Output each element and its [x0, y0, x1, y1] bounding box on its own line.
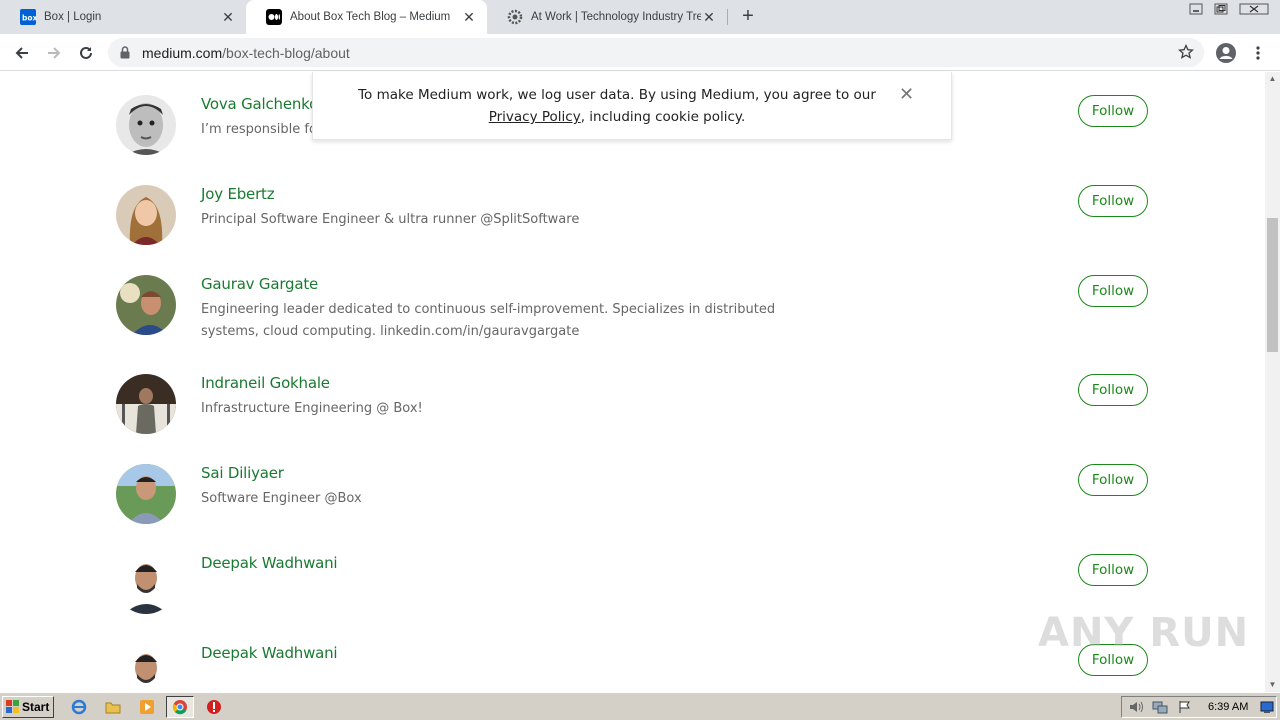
follow-button[interactable]: Follow	[1078, 185, 1148, 217]
start-label: Start	[22, 700, 50, 714]
member-name[interactable]: Gaurav Gargate	[201, 275, 318, 293]
member-row: Deepak Wadhwani Follow	[116, 554, 1156, 634]
member-name[interactable]: Deepak Wadhwani	[201, 554, 338, 572]
clock: 6:39 AM	[1208, 701, 1249, 713]
address-bar[interactable]: medium.com/box-tech-blog/about	[108, 38, 1204, 67]
close-icon[interactable]: ✕	[701, 9, 717, 26]
network-icon[interactable]	[1152, 700, 1168, 719]
watermark-logo: ANY RUN	[1038, 610, 1250, 656]
member-bio: Infrastructure Engineering @ Box!	[201, 401, 423, 416]
tab-about-box-tech-blog[interactable]: About Box Tech Blog – Medium ✕	[246, 0, 487, 34]
ie-icon[interactable]	[70, 698, 88, 716]
cookie-text-after: , including cookie policy.	[580, 109, 746, 125]
taskbar: Start 6:39 AM	[0, 692, 1280, 720]
scroll-up-arrow-icon[interactable]: ▲	[1265, 72, 1280, 86]
reload-icon[interactable]	[74, 41, 98, 65]
vertical-scrollbar[interactable]: ▲ ▼	[1265, 72, 1280, 692]
tab-at-work[interactable]: At Work | Technology Industry Trends ✕	[487, 0, 727, 34]
window-close-icon[interactable]	[1236, 0, 1272, 18]
start-button[interactable]: Start	[2, 696, 54, 718]
scroll-down-arrow-icon[interactable]: ▼	[1265, 678, 1280, 692]
member-name[interactable]: Vova Galchenko	[201, 95, 318, 113]
close-icon[interactable]: ✕	[899, 84, 914, 105]
cookie-message: To make Medium work, we log user data. B…	[337, 84, 897, 128]
page-content: Vova Galchenko I’m responsible for Follo…	[0, 72, 1265, 692]
folder-icon[interactable]	[104, 698, 122, 716]
close-icon[interactable]: ✕	[461, 9, 477, 26]
windows-logo-icon	[6, 700, 20, 714]
back-arrow-icon[interactable]	[10, 41, 34, 65]
member-row: Sai Diliyaer Software Engineer @Box Foll…	[116, 464, 1156, 544]
desktop-icon[interactable]	[1260, 700, 1274, 719]
member-row: Indraneil Gokhale Infrastructure Enginee…	[116, 374, 1156, 454]
forward-arrow-icon[interactable]	[42, 41, 66, 65]
avatar[interactable]	[116, 464, 176, 524]
svg-text:box: box	[22, 14, 36, 23]
tab-strip: box Box | Login ✕ About Box Tech Blog – …	[0, 0, 1280, 34]
box-favicon-icon: box	[20, 9, 36, 25]
tab-title: At Work | Technology Industry Trends	[531, 11, 701, 23]
system-tray: 6:39 AM	[1121, 696, 1277, 718]
lock-icon	[120, 46, 130, 64]
avatar[interactable]	[116, 644, 176, 692]
medium-favicon-icon	[266, 9, 282, 25]
chrome-taskbar-icon[interactable]	[166, 696, 194, 718]
avatar[interactable]	[116, 374, 176, 434]
member-name[interactable]: Joy Ebertz	[201, 185, 275, 203]
avatar[interactable]	[116, 275, 176, 335]
media-player-icon[interactable]	[138, 698, 156, 716]
member-name[interactable]: Deepak Wadhwani	[201, 644, 338, 662]
member-bio: Engineering leader dedicated to continuo…	[201, 302, 776, 339]
profile-avatar-icon[interactable]	[1214, 41, 1238, 65]
member-name[interactable]: Sai Diliyaer	[201, 464, 284, 482]
follow-button[interactable]: Follow	[1078, 374, 1148, 406]
member-row: Joy Ebertz Principal Software Engineer &…	[116, 185, 1156, 265]
url-domain: medium.com	[142, 45, 223, 61]
scrollbar-thumb[interactable]	[1267, 218, 1278, 352]
avatar[interactable]	[116, 185, 176, 245]
follow-button[interactable]: Follow	[1078, 95, 1148, 127]
speaker-icon[interactable]	[1128, 700, 1144, 719]
cookie-text-before: To make Medium work, we log user data. B…	[358, 87, 876, 103]
close-icon[interactable]: ✕	[220, 9, 236, 26]
browser-toolbar: medium.com/box-tech-blog/about	[0, 34, 1280, 71]
member-row: Gaurav Gargate Engineering leader dedica…	[116, 275, 1156, 355]
tab-title: Box | Login	[44, 11, 102, 23]
minimize-icon[interactable]	[1183, 0, 1209, 18]
menu-kebab-icon[interactable]	[1246, 41, 1270, 65]
restore-icon[interactable]	[1208, 0, 1234, 18]
member-bio: Principal Software Engineer & ultra runn…	[201, 212, 580, 227]
gear-favicon-icon	[507, 9, 523, 25]
follow-button[interactable]: Follow	[1078, 464, 1148, 496]
cookie-banner: To make Medium work, we log user data. B…	[312, 72, 952, 140]
tab-separator	[727, 9, 728, 25]
avatar[interactable]	[116, 95, 176, 155]
member-row: Deepak Wadhwani Follow	[116, 644, 1156, 692]
bookmark-star-icon[interactable]	[1177, 43, 1195, 65]
member-bio: Software Engineer @Box	[201, 491, 362, 506]
tab-box-login[interactable]: box Box | Login ✕	[0, 0, 246, 34]
url-text: medium.com/box-tech-blog/about	[142, 45, 350, 61]
url-path: /box-tech-blog/about	[222, 45, 350, 61]
avatar[interactable]	[116, 554, 176, 614]
follow-button[interactable]: Follow	[1078, 275, 1148, 307]
flag-icon[interactable]	[1178, 700, 1192, 719]
tab-title: About Box Tech Blog – Medium	[290, 11, 451, 23]
member-name[interactable]: Indraneil Gokhale	[201, 374, 330, 392]
follow-button[interactable]: Follow	[1078, 554, 1148, 586]
stop-sign-icon[interactable]	[205, 698, 223, 716]
privacy-policy-link[interactable]: Privacy Policy	[489, 109, 581, 125]
new-tab-plus-icon[interactable]: +	[738, 6, 758, 26]
